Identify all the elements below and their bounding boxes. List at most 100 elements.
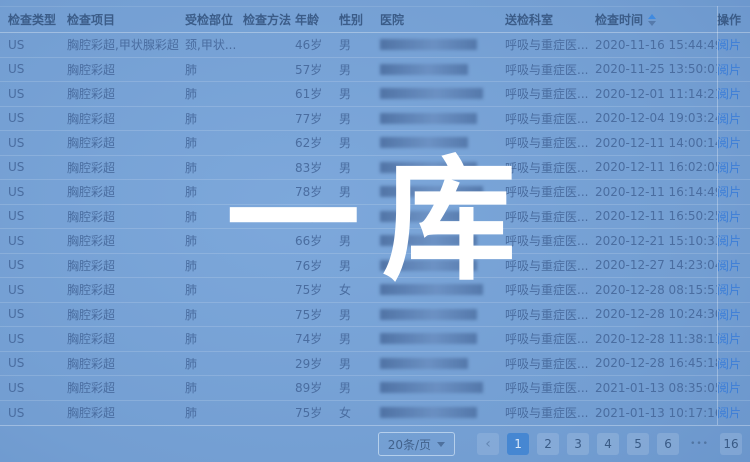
hospital-redacted	[380, 260, 477, 271]
view-images-link[interactable]: 阅片	[717, 87, 741, 101]
view-images-link[interactable]: 阅片	[717, 357, 741, 371]
age-cell: 78岁	[295, 183, 339, 200]
hospital-redacted	[380, 333, 477, 344]
view-images-link[interactable]: 阅片	[717, 406, 741, 420]
department-cell: 呼吸与重症医...	[505, 404, 595, 421]
page-button[interactable]: •••	[687, 433, 712, 455]
age-cell: 66岁	[295, 232, 339, 249]
exam-type-cell: US	[8, 209, 67, 223]
page-button[interactable]: 1	[507, 433, 529, 455]
view-images-link[interactable]: 阅片	[717, 63, 741, 77]
hospital-redacted	[380, 309, 477, 320]
table-row: US 胸腔彩超 肺 61岁 男 呼吸与重症医... 2020-12-01 11:…	[0, 82, 750, 107]
age-cell: 29岁	[295, 355, 339, 372]
view-images-link[interactable]: 阅片	[717, 136, 741, 150]
view-images-link[interactable]: 阅片	[717, 381, 741, 395]
view-images-link[interactable]: 阅片	[717, 283, 741, 297]
hospital-cell	[380, 137, 505, 148]
exam-project-cell: 胸腔彩超	[67, 404, 185, 421]
actions-cell: 阅片	[717, 110, 750, 127]
exam-project-cell: 胸腔彩超	[67, 281, 185, 298]
exam-type-cell: US	[8, 356, 67, 370]
gender-cell: 男	[339, 36, 380, 53]
age-cell: 61岁	[295, 85, 339, 102]
hospital-cell	[380, 284, 505, 295]
hospital-cell	[380, 39, 505, 50]
column-header-exam-time[interactable]: 检查时间	[595, 11, 717, 28]
page-size-select[interactable]: 20条/页	[378, 432, 455, 456]
hospital-redacted	[380, 88, 483, 99]
gender-cell: 男	[339, 183, 380, 200]
hospital-redacted	[380, 382, 483, 393]
exam-type-cell: US	[8, 381, 67, 395]
exam-time-cell: 2020-12-11 16:02:05	[595, 160, 717, 174]
gender-cell: 男	[339, 110, 380, 127]
department-cell: 呼吸与重症医...	[505, 134, 595, 151]
actions-cell: 阅片	[717, 404, 750, 421]
table-row: US 胸腔彩超 肺 62岁 男 呼吸与重症医... 2020-12-11 14:…	[0, 131, 750, 156]
view-images-link[interactable]: 阅片	[717, 161, 741, 175]
exam-project-cell: 胸腔彩超	[67, 134, 185, 151]
exam-time-cell: 2020-11-16 15:44:49	[595, 38, 717, 52]
page-button[interactable]: 5	[627, 433, 649, 455]
actions-cell: 阅片	[717, 61, 750, 78]
exam-project-cell: 胸腔彩超	[67, 159, 185, 176]
body-part-cell: 肺	[185, 330, 243, 347]
page-button[interactable]: 6	[657, 433, 679, 455]
view-images-link[interactable]: 阅片	[717, 112, 741, 126]
column-header-exam-method: 检查方法	[243, 11, 295, 28]
exam-type-cell: US	[8, 283, 67, 297]
gender-cell: 女	[339, 281, 380, 298]
prev-page-button[interactable]: ‹	[477, 433, 499, 455]
hospital-redacted	[380, 137, 468, 148]
view-images-link[interactable]: 阅片	[717, 185, 741, 199]
view-images-link[interactable]: 阅片	[717, 38, 741, 52]
pagination-bar: 20条/页 ‹ 1 2 3 4 5 6 •••	[0, 425, 750, 462]
view-images-link[interactable]: 阅片	[717, 308, 741, 322]
column-header-age: 年龄	[295, 11, 339, 28]
exam-type-cell: US	[8, 87, 67, 101]
age-cell: 46岁	[295, 36, 339, 53]
department-cell: 呼吸与重症医...	[505, 355, 595, 372]
sort-icon[interactable]	[648, 14, 656, 26]
exam-type-cell: US	[8, 62, 67, 76]
gender-cell: 男	[339, 355, 380, 372]
view-images-link[interactable]: 阅片	[717, 234, 741, 248]
table-row: US 胸腔彩超 肺 75岁 女 呼吸与重症医... 2020-12-28 08:…	[0, 278, 750, 303]
exam-project-cell: 胸腔彩超	[67, 379, 185, 396]
page-button[interactable]: 16	[720, 433, 742, 455]
pager: ‹ 1 2 3 4 5 6 ••• 16	[473, 433, 746, 455]
page-button[interactable]: 3	[567, 433, 589, 455]
exam-type-cell: US	[8, 234, 67, 248]
age-cell: 89岁	[295, 379, 339, 396]
hospital-cell	[380, 235, 505, 246]
view-images-link[interactable]: 阅片	[717, 332, 741, 346]
body-part-cell: 肺	[185, 134, 243, 151]
exam-type-cell: US	[8, 406, 67, 420]
column-header-gender: 性别	[339, 11, 380, 28]
exam-type-cell: US	[8, 307, 67, 321]
actions-cell: 阅片	[717, 379, 750, 396]
column-header-exam-project: 检查项目	[67, 11, 185, 28]
exam-project-cell: 胸腔彩超	[67, 85, 185, 102]
hospital-cell	[380, 358, 505, 369]
gender-cell: 男	[339, 379, 380, 396]
actions-cell: 阅片	[717, 183, 750, 200]
gender-cell: 男	[339, 159, 380, 176]
department-cell: 呼吸与重症医...	[505, 379, 595, 396]
view-images-link[interactable]: 阅片	[717, 259, 741, 273]
department-cell: 呼吸与重症医...	[505, 208, 595, 225]
table-row: US 胸腔彩超 肺 76岁 男 呼吸与重症医... 2020-12-27 14:…	[0, 254, 750, 279]
hospital-redacted	[380, 407, 477, 418]
column-header-actions: 操作	[717, 11, 750, 28]
hospital-cell	[380, 260, 505, 271]
gender-cell: 男	[339, 330, 380, 347]
exam-time-cell: 2020-12-28 11:38:11	[595, 332, 717, 346]
page-button[interactable]: 2	[537, 433, 559, 455]
hospital-redacted	[380, 39, 477, 50]
page-button[interactable]: 4	[597, 433, 619, 455]
view-images-link[interactable]: 阅片	[717, 210, 741, 224]
exam-time-label: 检查时间	[595, 11, 643, 28]
department-cell: 呼吸与重症医...	[505, 281, 595, 298]
age-cell: 57岁	[295, 61, 339, 78]
